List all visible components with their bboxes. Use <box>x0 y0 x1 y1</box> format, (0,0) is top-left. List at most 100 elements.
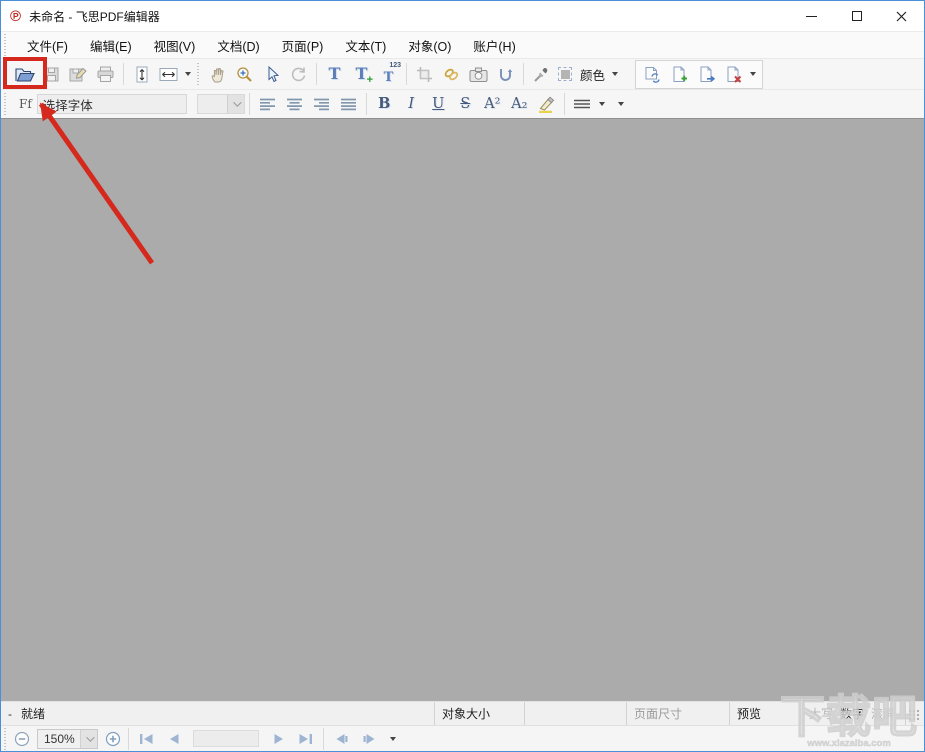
next-view-button[interactable] <box>355 726 382 752</box>
zoom-tool-button[interactable] <box>231 61 258 87</box>
caps-lock-indicator: 大写 <box>809 705 833 722</box>
preview-label: 预览 <box>737 705 761 722</box>
rotate-icon <box>290 66 307 83</box>
subscript-icon: A₂ <box>511 97 527 112</box>
maximize-icon <box>852 11 862 21</box>
menu-edit[interactable]: 编辑(E) <box>82 32 140 59</box>
page-number-input[interactable] <box>193 730 259 747</box>
page-tools-dropdown-caret[interactable] <box>750 72 756 76</box>
open-file-button[interactable] <box>11 61 38 87</box>
num-badge-icon: 123 <box>389 62 401 69</box>
toolbar-overflow-caret[interactable] <box>618 102 624 106</box>
font-size-combo[interactable] <box>197 94 245 114</box>
zoom-out-button[interactable] <box>11 726 33 752</box>
toolbar-separator <box>406 63 407 85</box>
link-tool-button[interactable] <box>438 61 465 87</box>
menu-document[interactable]: 文档(D) <box>209 32 267 59</box>
nav-overflow-caret[interactable] <box>390 737 396 741</box>
toolbar-separator <box>316 63 317 85</box>
close-button[interactable] <box>879 1 924 31</box>
print-button[interactable] <box>92 61 119 87</box>
document-canvas[interactable] <box>1 118 924 701</box>
align-center-button[interactable] <box>281 91 308 117</box>
status-object-size-segment: 对象大小 <box>434 702 524 725</box>
toolbar2-gripper[interactable] <box>3 93 8 115</box>
status-grip-segment <box>905 702 924 725</box>
zoom-level-value: 150% <box>38 730 80 748</box>
num-lock-indicator: 数字 <box>840 705 864 722</box>
add-text-tool-button[interactable]: T <box>321 61 348 87</box>
menu-text[interactable]: 文本(T) <box>337 32 394 59</box>
page-export-icon <box>698 66 715 83</box>
menu-view[interactable]: 视图(V) <box>146 32 204 59</box>
menu-object[interactable]: 对象(O) <box>400 32 459 59</box>
bottombar-gripper[interactable] <box>3 728 8 750</box>
camera-icon <box>469 67 488 82</box>
path-tool-button[interactable] <box>492 61 519 87</box>
highlight-button[interactable] <box>533 91 560 117</box>
title-bar: ℗ 未命名 - 飞思PDF编辑器 <box>1 1 924 31</box>
snapshot-tool-button[interactable] <box>465 61 492 87</box>
toolbar1-gripper[interactable] <box>3 63 8 85</box>
italic-button[interactable]: I <box>398 91 425 117</box>
minimize-icon <box>806 16 817 17</box>
preview-button[interactable]: 预览 <box>729 702 801 725</box>
save-icon <box>43 66 60 83</box>
superscript-button[interactable]: A² <box>479 91 506 117</box>
fit-height-icon <box>134 66 150 83</box>
first-page-button[interactable] <box>133 726 160 752</box>
delete-page-button[interactable] <box>720 61 747 87</box>
menu-page[interactable]: 页面(P) <box>274 32 332 59</box>
extract-page-button[interactable] <box>693 61 720 87</box>
menu-file[interactable]: 文件(F) <box>19 32 76 59</box>
text-tool-icon: T <box>329 66 341 82</box>
previous-page-button[interactable] <box>160 726 187 752</box>
insert-page-button[interactable] <box>666 61 693 87</box>
line-style-button[interactable] <box>569 91 596 117</box>
previous-view-button[interactable] <box>328 726 355 752</box>
align-left-button[interactable] <box>254 91 281 117</box>
chevron-down-icon <box>86 733 94 741</box>
align-right-button[interactable] <box>308 91 335 117</box>
toolbar1b-gripper[interactable] <box>196 63 201 85</box>
rotate-tool-button[interactable] <box>285 61 312 87</box>
subscript-button[interactable]: A₂ <box>506 91 533 117</box>
italic-icon: I <box>408 97 414 112</box>
bottom-toolbar: 150% <box>1 725 924 751</box>
next-page-button[interactable] <box>265 726 292 752</box>
menubar-gripper[interactable] <box>3 34 8 56</box>
eyedropper-button[interactable] <box>528 61 555 87</box>
line-style-dropdown-caret[interactable] <box>599 102 605 106</box>
fit-width-button[interactable] <box>155 61 182 87</box>
link-icon <box>443 66 460 83</box>
zoom-level-combo[interactable]: 150% <box>37 729 98 749</box>
underline-button[interactable]: U <box>425 91 452 117</box>
menu-account[interactable]: 账户(H) <box>465 32 523 59</box>
fit-height-button[interactable] <box>128 61 155 87</box>
bold-button[interactable]: B <box>371 91 398 117</box>
maximize-button[interactable] <box>834 1 879 31</box>
status-prefix: - <box>8 707 12 721</box>
color-label[interactable]: 颜色 <box>580 65 605 84</box>
replace-page-button[interactable] <box>639 61 666 87</box>
numbering-tool-button[interactable]: T 123 <box>375 61 402 87</box>
font-select-input[interactable] <box>37 94 187 114</box>
font-size-dropdown[interactable] <box>227 95 244 113</box>
color-picker-button[interactable] <box>555 61 575 87</box>
resize-grip[interactable] <box>908 709 921 722</box>
align-justify-button[interactable] <box>335 91 362 117</box>
color-dropdown-caret[interactable] <box>612 72 618 76</box>
select-tool-button[interactable] <box>258 61 285 87</box>
zoom-level-dropdown[interactable] <box>80 730 97 748</box>
save-button[interactable] <box>38 61 65 87</box>
hand-tool-button[interactable] <box>204 61 231 87</box>
crop-tool-button[interactable] <box>411 61 438 87</box>
fit-dropdown-caret[interactable] <box>185 72 191 76</box>
save-as-button[interactable] <box>65 61 92 87</box>
strikethrough-button[interactable]: S <box>452 91 479 117</box>
insert-textbox-button[interactable]: T + <box>348 61 375 87</box>
zoom-in-button[interactable] <box>102 726 124 752</box>
page-tools-group <box>635 60 763 89</box>
minimize-button[interactable] <box>789 1 834 31</box>
last-page-button[interactable] <box>292 726 319 752</box>
